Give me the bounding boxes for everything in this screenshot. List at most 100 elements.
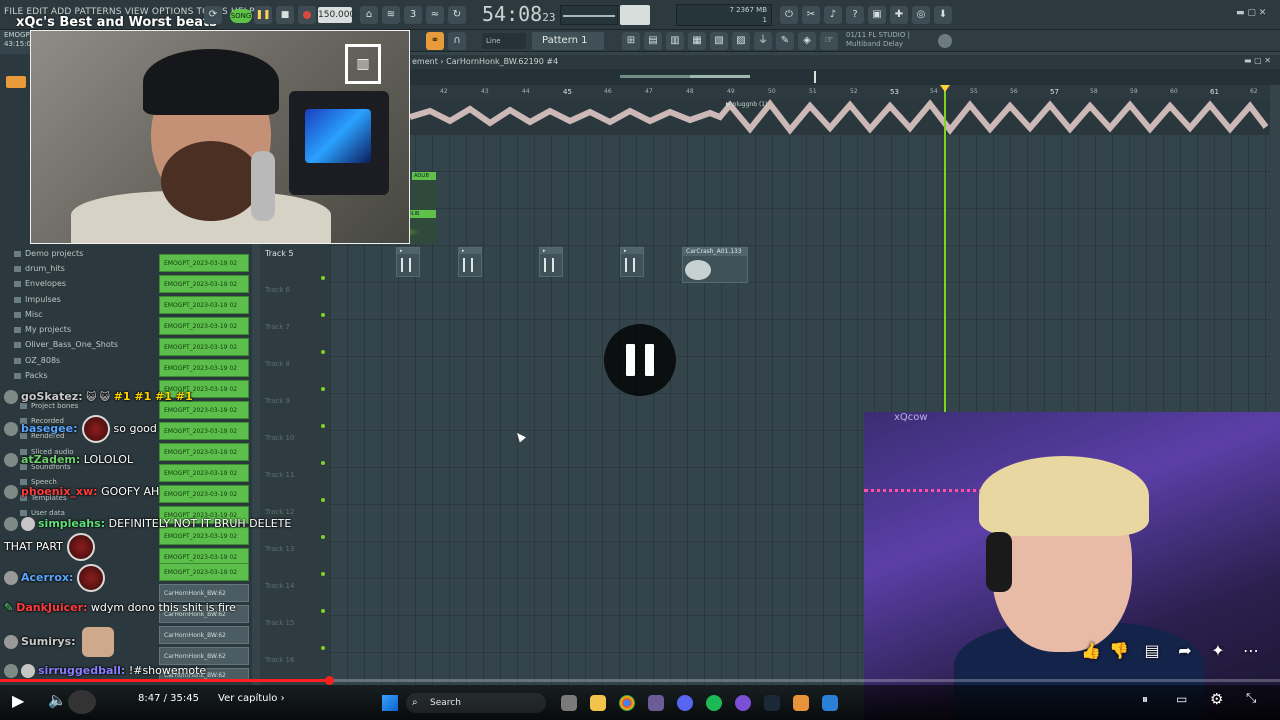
record-button[interactable]: [298, 6, 316, 24]
browser-folder[interactable]: Envelopes: [14, 279, 66, 288]
track-label[interactable]: Track 9: [265, 397, 290, 405]
settings-gear-icon[interactable]: ⚙: [1210, 690, 1223, 708]
window-controls[interactable]: ▬ ▢ ✕: [1236, 8, 1266, 18]
browser-folder[interactable]: My projects: [14, 325, 71, 334]
save-icon[interactable]: ▣: [868, 6, 886, 24]
track-label[interactable]: Track 13: [265, 545, 294, 553]
playhead-line[interactable]: [944, 85, 946, 415]
track-mute-led[interactable]: [321, 572, 325, 576]
discord-icon[interactable]: [677, 695, 693, 711]
link-icon[interactable]: ⚭: [426, 32, 444, 50]
info-icon[interactable]: [938, 34, 952, 48]
file-explorer-icon[interactable]: [590, 695, 606, 711]
stop-button[interactable]: ■: [276, 6, 294, 24]
carhorn-clip[interactable]: ▸: [396, 247, 420, 277]
cut-icon[interactable]: ✂: [802, 6, 820, 24]
pattern-item-audio[interactable]: CarHornHonk_BW.62: [159, 584, 249, 602]
taskbar-app-icon[interactable]: [822, 695, 838, 711]
like-icon[interactable]: 👍: [1080, 640, 1102, 662]
browser-folder[interactable]: drum_hits: [14, 264, 65, 273]
chapter-button[interactable]: Ver capítulo ›: [218, 693, 285, 704]
subtitles-icon[interactable]: ▭: [1176, 692, 1187, 706]
blend-notes-icon[interactable]: ≈: [426, 6, 444, 24]
help-icon[interactable]: ?: [846, 6, 864, 24]
track-mute-led[interactable]: [321, 646, 325, 650]
pattern-item[interactable]: EMOGPT_2023-03-19 02: [159, 317, 249, 335]
timeline-ruler[interactable]: 42 43 44 45 46 47 48 49 50 51 52 53 54 5…: [410, 85, 1270, 99]
track-mute-led[interactable]: [321, 387, 325, 391]
track-label[interactable]: Track 8: [265, 360, 290, 368]
metronome-icon[interactable]: ⌂: [360, 6, 378, 24]
play-icon[interactable]: ▶: [12, 691, 24, 710]
browser-folder[interactable]: Misc: [14, 310, 43, 319]
track-mute-led[interactable]: [321, 350, 325, 354]
pattern-item[interactable]: EMOGPT_2023-03-19 02: [159, 254, 249, 272]
plugin-icon[interactable]: ✚: [890, 6, 908, 24]
piano-roll-icon[interactable]: ▥: [666, 32, 684, 50]
audio-clip-track[interactable]: [409, 99, 1270, 135]
playlist-overview[interactable]: [410, 69, 1280, 85]
track-label[interactable]: Track 10: [265, 434, 294, 442]
chrome-icon[interactable]: [619, 695, 635, 711]
carcrash-clip[interactable]: CarCrash_A01.133: [682, 247, 748, 283]
mic-icon[interactable]: ♪: [824, 6, 842, 24]
browser-toggle[interactable]: [6, 76, 26, 88]
track-label[interactable]: Track 7: [265, 323, 290, 331]
pattern-item-audio[interactable]: CarHornHonk_BW.62: [159, 626, 249, 644]
record-mode-icon[interactable]: ◈: [798, 32, 816, 50]
channel-rack-icon[interactable]: ▤: [644, 32, 662, 50]
pattern-item[interactable]: EMOGPT_2023-03-19 02: [159, 443, 249, 461]
video-progress-bar[interactable]: [0, 676, 1280, 685]
track-mute-led[interactable]: [321, 461, 325, 465]
playlist-window-controls[interactable]: ▬ ▢ ✕: [1244, 56, 1271, 65]
browser-icon[interactable]: ▦: [688, 32, 706, 50]
volume-icon[interactable]: 🔈: [48, 691, 67, 709]
pattern-item[interactable]: EMOGPT_2023-03-19 02: [159, 338, 249, 356]
spotify-icon[interactable]: [706, 695, 722, 711]
pattern-item[interactable]: EMOGPT_2023-03-19 02: [159, 296, 249, 314]
browser-folder[interactable]: Demo projects: [14, 249, 83, 258]
track-label[interactable]: Track 15: [265, 619, 294, 627]
browser-folder[interactable]: Packs: [14, 371, 48, 380]
track-mute-led[interactable]: [321, 535, 325, 539]
plugin-db-icon[interactable]: ▨: [732, 32, 750, 50]
carhorn-clip[interactable]: ▸: [620, 247, 644, 277]
pattern-item[interactable]: EMOGPT_2023-03-19 02: [159, 563, 249, 581]
app-icon[interactable]: [648, 695, 664, 711]
pattern-item[interactable]: EMOGPT_2023-03-19 02: [159, 422, 249, 440]
steam-icon[interactable]: [764, 695, 780, 711]
browser-folder[interactable]: Oliver_Bass_One_Shots: [14, 340, 118, 349]
track-label[interactable]: Track 12: [265, 508, 294, 516]
pattern-item[interactable]: EMOGPT_2023-03-19 02: [159, 464, 249, 482]
track-mute-led[interactable]: [321, 313, 325, 317]
miniplayer-icon[interactable]: ⏸: [1142, 692, 1148, 707]
progress-handle[interactable]: [325, 676, 334, 685]
browser-folder[interactable]: OZ_808s: [14, 356, 60, 365]
track-mute-led[interactable]: [321, 609, 325, 613]
carhorn-clip[interactable]: ▸: [539, 247, 563, 277]
task-view-icon[interactable]: [561, 695, 577, 711]
refresh-icon[interactable]: ⟳: [204, 6, 222, 24]
share-icon[interactable]: ➦: [1174, 640, 1196, 662]
fullscreen-icon[interactable]: ⤡: [1246, 691, 1256, 706]
windows-icon[interactable]: [382, 695, 398, 711]
pattern-item[interactable]: EMOGPT_2023-03-19 02: [159, 359, 249, 377]
pause-button[interactable]: ❚❚: [254, 6, 272, 24]
undo-icon[interactable]: ⏻: [780, 6, 798, 24]
more-icon[interactable]: ⋯: [1240, 640, 1262, 662]
plug-icon[interactable]: ⏚: [754, 32, 772, 50]
pattern-select[interactable]: Pattern 1: [532, 32, 604, 50]
wait-icon[interactable]: ≋: [382, 6, 400, 24]
tools-icon[interactable]: ✎: [776, 32, 794, 50]
dislike-icon[interactable]: 👎: [1108, 640, 1130, 662]
pattern-item[interactable]: EMOGPT_2023-03-19 02: [159, 275, 249, 293]
song-mode-toggle[interactable]: SONG: [230, 9, 252, 23]
tempo-display[interactable]: 150.000: [318, 7, 355, 23]
pause-overlay-button[interactable]: [604, 324, 676, 396]
countdown-icon[interactable]: 3: [404, 6, 422, 24]
track-mute-led[interactable]: [321, 424, 325, 428]
carhorn-clip[interactable]: ▸: [458, 247, 482, 277]
browser-folder[interactable]: User data: [20, 509, 65, 517]
comment-icon[interactable]: ▤: [1141, 640, 1163, 662]
taskbar-search[interactable]: Search: [406, 693, 546, 713]
